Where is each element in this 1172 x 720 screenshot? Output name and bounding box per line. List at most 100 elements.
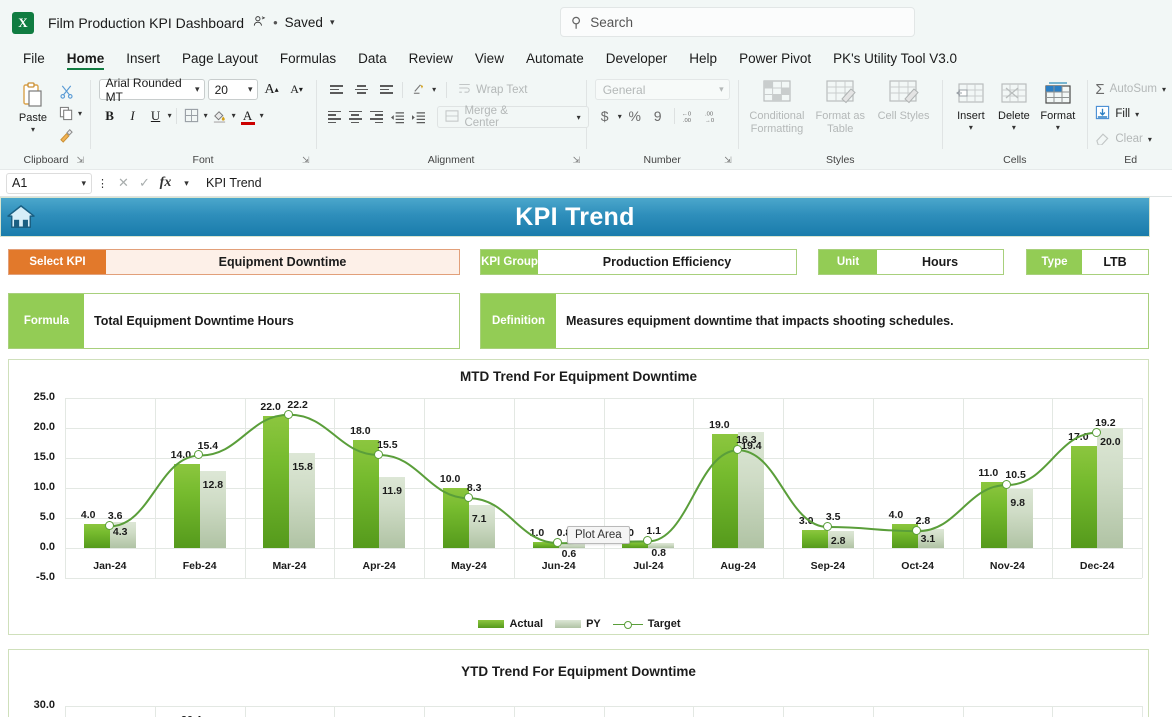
mtd-plot-area[interactable]: 25.0 20.0 15.0 10.0 5.0 0.0 -5.0 4.0 4.3 3.6 Jan-2… (9, 386, 1150, 636)
clipboard-dialog-launcher[interactable]: ⇲ (76, 155, 84, 166)
borders-icon[interactable] (181, 105, 203, 126)
align-center-button[interactable] (345, 107, 365, 128)
align-right-button[interactable] (366, 107, 386, 128)
person-share-icon[interactable] (253, 15, 266, 31)
percent-format-button[interactable]: % (625, 106, 645, 126)
underline-dropdown-icon[interactable]: ▾ (168, 111, 172, 120)
align-left-button[interactable] (324, 107, 344, 128)
tab-insert[interactable]: Insert (115, 49, 171, 72)
format-as-table-button[interactable]: Format as Table (810, 79, 871, 135)
cancel-icon[interactable]: ✕ (113, 173, 134, 194)
bar-py[interactable] (468, 505, 495, 548)
tab-developer[interactable]: Developer (595, 49, 679, 72)
delete-cells-button[interactable]: Delete ▾ (993, 79, 1035, 132)
document-title[interactable]: Film Production KPI Dashboard (48, 15, 244, 31)
tab-help[interactable]: Help (678, 49, 728, 72)
target-marker[interactable] (104, 521, 114, 531)
name-box[interactable]: A1 ▾ (6, 172, 92, 194)
mtd-chart[interactable]: MTD Trend For Equipment Downtime 25.0 20.… (8, 359, 1149, 635)
tab-automate[interactable]: Automate (515, 49, 595, 72)
copy-dropdown-icon[interactable]: ▾ (78, 109, 82, 118)
delete-dropdown-icon[interactable]: ▾ (1012, 123, 1016, 132)
target-marker[interactable] (284, 409, 294, 419)
font-dialog-launcher[interactable]: ⇲ (302, 155, 310, 166)
select-kpi-value[interactable]: Equipment Downtime (106, 250, 459, 274)
format-cells-button[interactable]: Format ▾ (1037, 79, 1079, 132)
fill-color-dropdown-icon[interactable]: ▾ (232, 111, 236, 120)
tab-file[interactable]: File (12, 49, 56, 72)
target-marker[interactable] (1002, 479, 1012, 489)
fill-button[interactable]: Fill ▾ (1095, 102, 1139, 126)
chevron-down-icon[interactable]: ▾ (190, 84, 200, 95)
fill-dropdown-icon[interactable]: ▾ (1135, 110, 1139, 119)
decrease-font-size-button[interactable]: A ▾ (286, 79, 308, 100)
bar-actual[interactable] (981, 482, 1008, 548)
wrap-text-button[interactable]: Wrap Text (457, 81, 528, 98)
tab-formulas[interactable]: Formulas (269, 49, 347, 72)
insert-cells-button[interactable]: Insert ▾ (951, 79, 991, 132)
merge-and-center-button[interactable]: Merge & Center ▾ (437, 105, 589, 129)
currency-format-button[interactable]: $ (595, 106, 615, 126)
chevron-down-icon[interactable]: ▾ (81, 178, 86, 189)
align-bottom-button[interactable] (374, 79, 398, 100)
tab-power-pivot[interactable]: Power Pivot (728, 49, 822, 72)
formula-bar-expand-icon[interactable]: ▾ (176, 173, 197, 194)
decrease-indent-button[interactable] (388, 107, 408, 128)
tab-data[interactable]: Data (347, 49, 398, 72)
decrease-decimal-icon[interactable]: .00 →0 (704, 106, 724, 126)
paste-dropdown-icon[interactable]: ▾ (31, 125, 35, 134)
font-color-icon[interactable]: A (237, 105, 259, 126)
search-input[interactable]: ⚲ Search (560, 7, 915, 37)
autosum-button[interactable]: Σ AutoSum ▾ (1095, 77, 1166, 101)
insert-dropdown-icon[interactable]: ▾ (969, 123, 973, 132)
target-marker[interactable] (822, 521, 832, 531)
chevron-down-icon[interactable]: ▾ (330, 17, 335, 28)
home-icon[interactable] (1, 198, 41, 236)
font-color-dropdown-icon[interactable]: ▾ (260, 111, 264, 120)
chevron-down-icon[interactable]: ▾ (719, 84, 724, 95)
select-kpi-card[interactable]: Select KPI Equipment Downtime (8, 249, 460, 275)
ytd-plot-area[interactable]: 30.0 26.4 (9, 692, 1148, 717)
bar-actual[interactable] (173, 464, 200, 548)
font-name-input[interactable]: Arial Rounded MT ▾ (98, 76, 205, 104)
tab-review[interactable]: Review (398, 49, 464, 72)
target-marker[interactable] (732, 444, 742, 454)
tab-page-layout[interactable]: Page Layout (171, 49, 269, 72)
clear-button[interactable]: Clear ▾ (1095, 127, 1152, 151)
cell-styles-button[interactable]: Cell Styles (873, 79, 934, 123)
conditional-formatting-button[interactable]: Conditional Formatting (746, 79, 807, 135)
autosum-dropdown-icon[interactable]: ▾ (1162, 85, 1166, 94)
cut-icon[interactable] (56, 81, 78, 101)
target-marker[interactable] (1091, 427, 1101, 437)
target-marker[interactable] (373, 449, 383, 459)
name-box-menu-icon[interactable]: ⋮ (92, 173, 113, 194)
target-marker[interactable] (463, 492, 473, 502)
check-icon[interactable]: ✓ (134, 173, 155, 194)
increase-indent-button[interactable] (409, 107, 429, 128)
orientation-dropdown-icon[interactable]: ▾ (432, 85, 436, 94)
font-size-input[interactable]: 20 ▾ (207, 79, 258, 100)
increase-decimal-icon[interactable]: ←0.00 (681, 106, 701, 126)
saved-status[interactable]: Saved (285, 15, 323, 30)
fx-icon[interactable]: fx (155, 173, 176, 194)
bar-actual[interactable] (263, 416, 290, 548)
borders-dropdown-icon[interactable]: ▾ (204, 111, 208, 120)
format-dropdown-icon[interactable]: ▾ (1056, 123, 1060, 132)
formula-input[interactable]: KPI Trend (197, 172, 1166, 194)
legend-item-target[interactable]: Target (612, 618, 681, 630)
comma-format-button[interactable]: 9 (648, 106, 668, 126)
italic-button[interactable]: I (122, 105, 144, 126)
legend-item-py[interactable]: PY (555, 618, 601, 630)
copy-icon[interactable] (56, 103, 78, 123)
orientation-icon[interactable] (407, 79, 431, 100)
chevron-down-icon[interactable]: ▾ (577, 113, 581, 122)
alignment-dialog-launcher[interactable]: ⇲ (573, 155, 581, 166)
clear-dropdown-icon[interactable]: ▾ (1148, 135, 1152, 144)
fill-color-icon[interactable] (209, 105, 231, 126)
tab-view[interactable]: View (464, 49, 515, 72)
paste-button[interactable]: Paste ▾ (10, 79, 56, 134)
tab-home[interactable]: Home (56, 49, 116, 72)
align-top-button[interactable] (324, 79, 348, 100)
tab-pk-utility-tool[interactable]: PK's Utility Tool V3.0 (822, 49, 968, 72)
underline-button[interactable]: U (145, 105, 167, 126)
